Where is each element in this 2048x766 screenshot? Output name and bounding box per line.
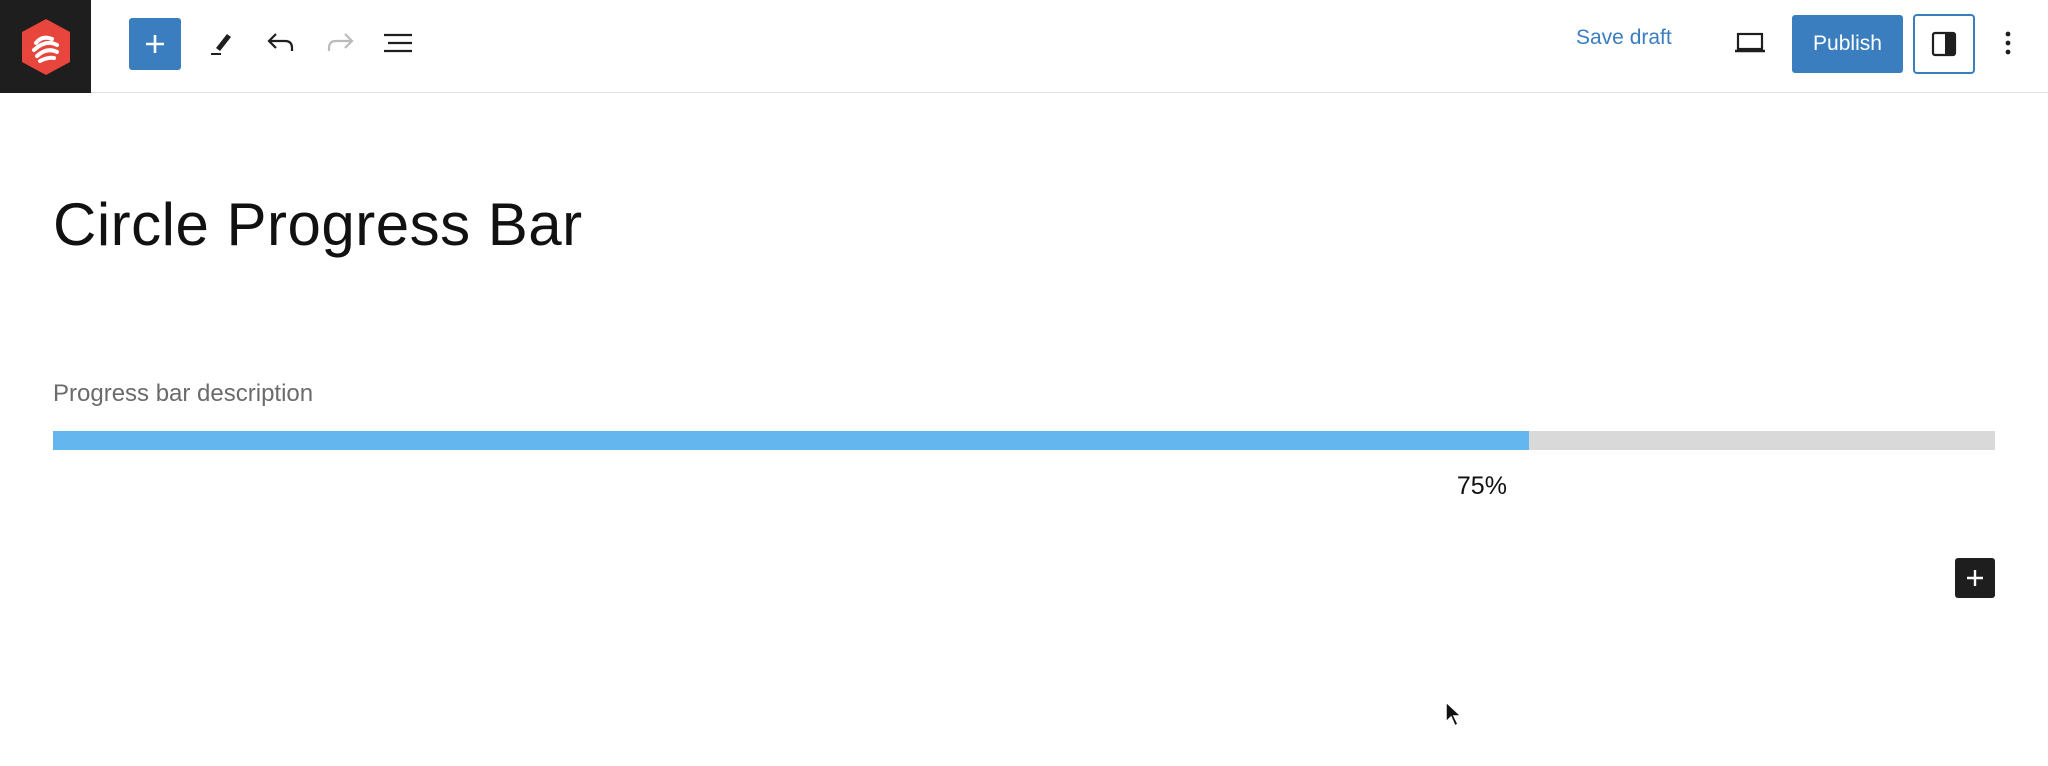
plus-icon — [1967, 570, 1983, 586]
redo-button[interactable] — [318, 16, 362, 70]
cursor-icon — [1445, 700, 1463, 728]
progress-value-label: 75% — [1456, 472, 1507, 500]
preview-button[interactable] — [1726, 16, 1774, 70]
undo-button[interactable] — [259, 16, 303, 70]
progress-bar-track[interactable] — [53, 431, 1995, 450]
sidebar-icon — [1931, 31, 1957, 57]
pencil-icon — [211, 34, 231, 55]
redo-icon — [327, 33, 354, 51]
post-title[interactable]: Circle Progress Bar — [53, 190, 583, 259]
more-vertical-icon — [2005, 31, 2011, 55]
logo-icon — [21, 18, 70, 75]
list-view-icon — [384, 33, 412, 53]
options-menu-button[interactable] — [1990, 16, 2026, 70]
plus-icon — [146, 35, 164, 53]
progress-bar-fill — [53, 431, 1529, 450]
laptop-icon — [1735, 32, 1765, 53]
editor-toolbar: Save draft Publish — [0, 0, 2048, 93]
progress-bar-description[interactable]: Progress bar description — [53, 380, 313, 408]
document-overview-button[interactable] — [376, 16, 420, 70]
undo-icon — [267, 33, 294, 51]
publish-button[interactable]: Publish — [1792, 15, 1903, 73]
block-inserter-button[interactable] — [129, 18, 181, 70]
save-draft-button[interactable]: Save draft — [1576, 26, 1672, 50]
mouse-cursor — [1444, 700, 1464, 733]
add-block-button[interactable] — [1955, 558, 1995, 598]
settings-sidebar-toggle[interactable] — [1913, 14, 1975, 74]
tools-button[interactable] — [200, 16, 244, 70]
site-logo[interactable] — [0, 0, 91, 93]
